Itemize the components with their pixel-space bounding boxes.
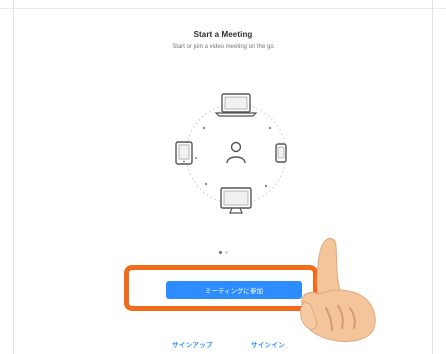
laptop-icon — [214, 93, 258, 117]
tablet-icon — [175, 141, 193, 165]
phone-icon — [275, 143, 287, 163]
decor-dot — [202, 126, 206, 130]
join-meeting-button[interactable]: ミーティングに参加 — [166, 281, 302, 299]
page-title: Start a Meeting — [193, 30, 253, 39]
page-dot-active — [219, 251, 222, 254]
meeting-illustration — [175, 93, 287, 214]
sign-up-link[interactable]: サインアップ — [172, 339, 213, 349]
sign-in-link[interactable]: サインイン — [251, 339, 285, 349]
decor-dot — [264, 184, 268, 188]
page-dot-inactive — [225, 251, 228, 254]
page-subtitle: Start or join a video meeting on the go — [172, 44, 274, 50]
page-indicator — [214, 251, 234, 255]
top-divider — [0, 8, 446, 9]
pointing-hand-icon — [300, 238, 376, 342]
right-edge — [432, 0, 433, 354]
monitor-icon — [220, 187, 252, 214]
decor-dot — [204, 182, 208, 186]
start-meeting-screen: Start a Meeting Start or join a video me… — [0, 0, 446, 354]
user-icon — [226, 141, 246, 164]
decor-dot — [195, 157, 197, 159]
left-edge — [13, 0, 14, 354]
decor-dot — [268, 126, 272, 130]
